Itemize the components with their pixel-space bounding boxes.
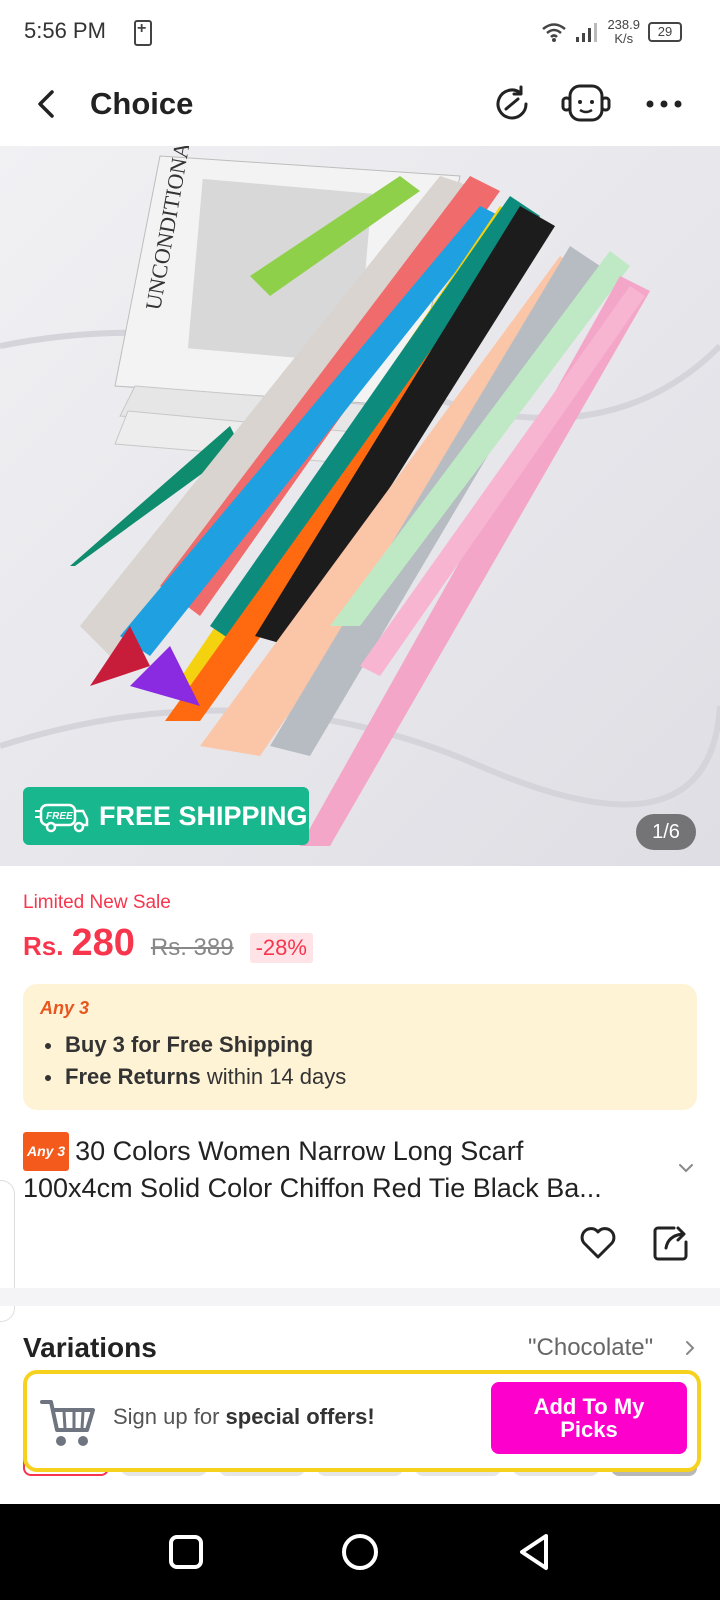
refresh-icon[interactable]	[490, 82, 534, 126]
speed-value: 238.9	[607, 17, 640, 32]
promo-tag: Any 3	[40, 998, 90, 1018]
promo-box[interactable]: Any 3 Buy 3 for Free Shipping Free Retur…	[23, 984, 697, 1110]
variations-selected[interactable]: "Chocolate"	[528, 1334, 653, 1362]
chevron-down-icon[interactable]	[676, 1158, 696, 1178]
page-title: Choice	[90, 86, 194, 121]
promo-line-shipping: Buy 3 for Free Shipping	[45, 1032, 313, 1058]
product-title[interactable]: Any 3 30 Colors Women Narrow Long Scarf 1…	[23, 1132, 663, 1206]
section-divider	[0, 1288, 720, 1306]
add-to-picks-button[interactable]: Add To My Picks	[491, 1382, 687, 1454]
promo-line-returns: Free Returns within 14 days	[45, 1064, 346, 1090]
signup-text-bold: special offers!	[225, 1404, 375, 1429]
current-price: 280	[71, 922, 135, 964]
currency: Rs.	[23, 931, 64, 961]
system-nav-bar	[0, 1504, 720, 1600]
free-tag-text: FREE	[46, 811, 73, 822]
chevron-right-icon[interactable]	[682, 1338, 698, 1358]
product-title-line2: 100x4cm Solid Color Chiffon Red Tie Blac…	[23, 1173, 602, 1203]
signal-icon	[576, 23, 598, 42]
promo-returns-bold: Free Returns	[65, 1064, 201, 1089]
bullet	[45, 1075, 51, 1082]
home-icon[interactable]	[340, 1532, 380, 1572]
customer-service-icon[interactable]	[560, 82, 612, 126]
promo-shipping-text: Buy 3 for Free Shipping	[65, 1032, 314, 1057]
shopping-cart-icon	[40, 1400, 95, 1446]
product-image[interactable]: UNCONDITIONA	[0, 146, 720, 866]
variations-label: Variations	[23, 1332, 157, 1363]
app-header: Choice	[0, 64, 720, 146]
signup-text-prefix: Sign up for	[113, 1404, 226, 1429]
product-title-line1: 30 Colors Women Narrow Long Scarf	[75, 1136, 524, 1166]
speed-unit: K/s	[614, 31, 634, 46]
delivery-truck-icon: FREE	[35, 803, 89, 833]
status-right-group: 238.9 K/s 29	[541, 14, 682, 50]
share-icon[interactable]	[652, 1222, 692, 1262]
battery-indicator: 29	[648, 22, 682, 42]
free-shipping-label: FREE SHIPPING	[99, 800, 308, 831]
wifi-icon	[542, 23, 567, 42]
recent-apps-icon[interactable]	[166, 1532, 206, 1572]
price-row: Rs. 280 Rs. 389 -28%	[23, 922, 313, 965]
image-counter: 1/6	[636, 814, 696, 850]
bullet	[45, 1043, 51, 1050]
more-icon[interactable]	[642, 82, 686, 126]
discount-badge: -28%	[249, 933, 313, 963]
add-button-line2: Picks	[560, 1417, 618, 1442]
any3-badge: Any 3	[23, 1132, 70, 1171]
status-time: 5:56 PM	[24, 18, 106, 43]
network-speed: 238.9 K/s	[607, 18, 640, 46]
signup-banner[interactable]: Sign up for special offers! Add To My Pi…	[23, 1370, 701, 1472]
heart-icon[interactable]	[578, 1222, 618, 1262]
battery-saver-icon	[134, 20, 152, 46]
back-arrow-icon[interactable]	[30, 86, 66, 122]
add-button-line1: Add To My	[533, 1394, 645, 1419]
status-bar: 5:56 PM 238.9 K/s 29	[0, 0, 720, 64]
signup-text: Sign up for special offers!	[113, 1404, 375, 1430]
back-icon[interactable]	[514, 1532, 554, 1572]
promo-returns-rest: within 14 days	[200, 1064, 347, 1089]
sale-label: Limited New Sale	[23, 892, 171, 913]
original-price: Rs. 389	[150, 934, 234, 961]
scarves-illustration: UNCONDITIONA	[0, 146, 720, 866]
free-shipping-badge: FREE FREE SHIPPING	[23, 787, 309, 845]
